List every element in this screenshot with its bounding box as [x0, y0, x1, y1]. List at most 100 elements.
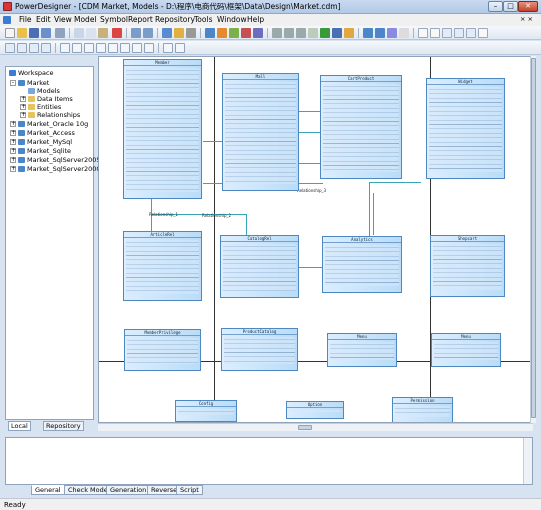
open-diagram-icon[interactable] [41, 43, 51, 53]
tree-item-relationships[interactable]: Relationships [37, 111, 80, 119]
tab-generation[interactable]: Generation [106, 485, 151, 495]
entity-productcatalog[interactable]: ProductCatalog [221, 328, 298, 371]
reverse-engineer-icon[interactable] [229, 28, 239, 38]
symbol-format-icon[interactable] [344, 28, 354, 38]
menu-repository[interactable]: Repository [155, 15, 195, 24]
tab-script[interactable]: Script [176, 485, 203, 495]
scrollbar-thumb[interactable] [298, 425, 312, 430]
entity-permission[interactable]: Permission [392, 397, 453, 422]
output-toggle-icon[interactable] [454, 28, 464, 38]
paste-icon[interactable] [98, 28, 108, 38]
pointer-icon[interactable] [5, 43, 15, 53]
maximize-button[interactable]: □ [503, 1, 518, 12]
expand-icon[interactable]: + [10, 148, 16, 154]
output-scrollbar[interactable] [523, 438, 532, 484]
entity-option[interactable]: Option [286, 401, 344, 419]
menu-help[interactable]: Help [247, 15, 264, 24]
align-middle-icon[interactable] [108, 43, 118, 53]
browser-toggle-icon[interactable] [442, 28, 452, 38]
menu-edit[interactable]: Edit [36, 15, 51, 24]
vertical-scrollbar[interactable] [530, 56, 536, 423]
distribute-horizontal-icon[interactable] [163, 43, 173, 53]
align-bottom-icon[interactable] [120, 43, 130, 53]
forward-icon[interactable] [375, 28, 385, 38]
close-button[interactable]: ✕ [518, 1, 538, 12]
document-icon[interactable] [3, 16, 11, 24]
layout-icon[interactable] [399, 28, 409, 38]
same-width-icon[interactable] [132, 43, 142, 53]
entity-config[interactable]: Config [175, 400, 237, 422]
palette-toggle-icon[interactable] [478, 28, 488, 38]
grabber-icon[interactable] [17, 43, 27, 53]
cut-icon[interactable] [74, 28, 84, 38]
align-top-icon[interactable] [96, 43, 106, 53]
tree-item-workspace[interactable]: Workspace [18, 69, 54, 77]
entity-menu[interactable]: Menu [431, 333, 501, 367]
align-center-icon[interactable] [72, 43, 82, 53]
expand-icon[interactable]: + [10, 121, 16, 127]
menu-symbol[interactable]: Symbol [100, 15, 128, 24]
tree-item-market-access[interactable]: Market_Access [27, 129, 75, 137]
entity-articlerel[interactable]: ArticleRel [123, 231, 202, 301]
properties-icon[interactable] [174, 28, 184, 38]
relationship-line[interactable] [369, 182, 370, 242]
align-right-icon[interactable] [84, 43, 94, 53]
entity-memberprivilege[interactable]: MemberPrivilege [124, 329, 201, 371]
entity-analytics[interactable]: Analytics [322, 236, 402, 293]
save-icon[interactable] [29, 28, 39, 38]
generate-icon[interactable] [217, 28, 227, 38]
tab-repository[interactable]: Repository [43, 421, 84, 431]
entity-menu[interactable]: Menu [327, 333, 397, 367]
entity-mall[interactable]: Mall [222, 73, 299, 191]
tree-item-market[interactable]: Market [27, 79, 49, 87]
expand-icon[interactable]: + [10, 130, 16, 136]
zoom-in-icon[interactable] [272, 28, 282, 38]
menu-view[interactable]: View [54, 15, 72, 24]
open-icon[interactable] [17, 28, 27, 38]
zoom-out-icon[interactable] [284, 28, 294, 38]
menu-window[interactable]: Window [217, 15, 247, 24]
expand-icon[interactable]: + [20, 96, 26, 102]
mdi-close-buttons[interactable]: × × [520, 15, 533, 23]
tree-item-market-sqlserver2005[interactable]: Market_SqlServer2005 [27, 156, 101, 164]
relationship-line[interactable] [299, 132, 321, 133]
relationship-line[interactable] [299, 163, 321, 164]
scrollbar-thumb[interactable] [531, 58, 536, 418]
save-all-icon[interactable] [41, 28, 51, 38]
find-icon[interactable] [186, 28, 196, 38]
relationship-line[interactable] [203, 141, 223, 142]
entity-widget[interactable]: Widget [426, 78, 505, 179]
expand-icon[interactable]: + [20, 112, 26, 118]
tree-item-market-sqlserver2000[interactable]: Market_SqlServer2000 [27, 165, 101, 173]
grid-icon[interactable] [320, 28, 330, 38]
same-height-icon[interactable] [144, 43, 154, 53]
tree-item-market-oracle[interactable]: Market_Oracle 10g [27, 120, 88, 128]
relationship-line[interactable] [369, 182, 421, 183]
result-list-icon[interactable] [466, 28, 476, 38]
entity-member[interactable]: Member [123, 59, 202, 199]
relationship-line[interactable] [373, 193, 374, 235]
zoom-fit-icon[interactable] [308, 28, 318, 38]
expand-icon[interactable]: + [10, 157, 16, 163]
horizontal-scrollbar[interactable] [98, 423, 533, 431]
tree-item-market-sqlite[interactable]: Market_Sqlite [27, 147, 71, 155]
window-cascade-icon[interactable] [430, 28, 440, 38]
zoom-icon[interactable] [29, 43, 39, 53]
tab-local[interactable]: Local [8, 421, 31, 431]
impact-icon[interactable] [387, 28, 397, 38]
check-model-icon[interactable] [205, 28, 215, 38]
copy-icon[interactable] [86, 28, 96, 38]
redo-icon[interactable] [143, 28, 153, 38]
tree-item-data-items[interactable]: Data Items [37, 95, 73, 103]
menu-report[interactable]: Report [128, 15, 153, 24]
window-tile-icon[interactable] [418, 28, 428, 38]
relationship-line[interactable] [299, 111, 321, 112]
align-left-icon[interactable] [60, 43, 70, 53]
tab-general[interactable]: General [31, 485, 65, 495]
report-icon[interactable] [241, 28, 251, 38]
browser-icon[interactable] [162, 28, 172, 38]
menu-file[interactable]: File [19, 15, 32, 24]
expand-icon[interactable]: + [10, 139, 16, 145]
tree-item-market-mysql[interactable]: Market_MySql [27, 138, 72, 146]
refresh-icon[interactable] [332, 28, 342, 38]
